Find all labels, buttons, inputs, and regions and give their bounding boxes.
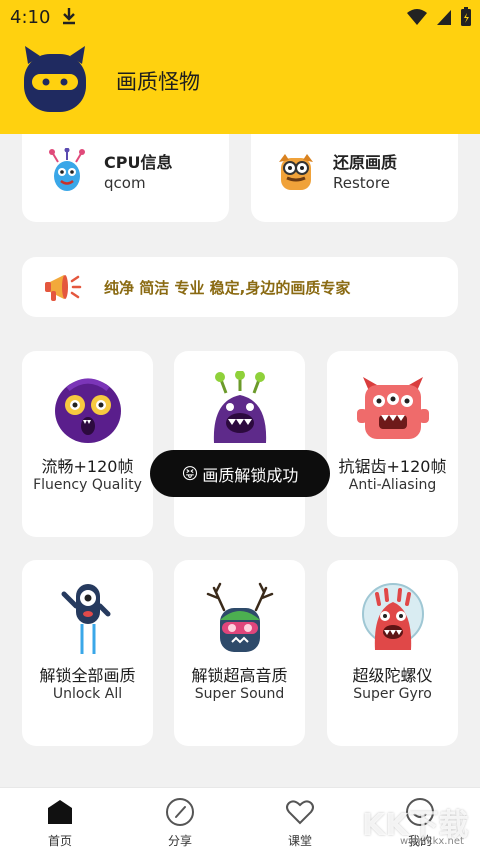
antenna-purple-monster-icon — [213, 371, 267, 443]
toast-text: 画质解锁成功 — [202, 465, 299, 485]
nav-share[interactable]: 分享 — [120, 796, 240, 854]
restore-subtitle: Restore — [333, 174, 390, 192]
super-sound-title: 解锁超高音质 — [191, 666, 288, 685]
astronaut-monster-icon — [362, 583, 424, 650]
nav-home-label: 首页 — [47, 834, 72, 848]
restore-card[interactable]: 还原画质 Restore — [251, 134, 458, 222]
super-gyro-title: 超级陀螺仪 — [352, 666, 433, 685]
signal-icon — [437, 10, 451, 25]
status-bar: 4:10 — [0, 0, 480, 34]
slogan-text: 纯净 简洁 专业 稳定,身边的画质专家 — [104, 279, 351, 297]
download-icon — [63, 8, 75, 25]
super-gyro-tile[interactable]: 超级陀螺仪 Super Gyro — [327, 560, 458, 746]
kk-watermark-url: www.kkx.net — [400, 836, 464, 847]
tongue-emoji-icon: 😝 — [181, 464, 199, 483]
compass-icon — [166, 798, 194, 826]
cpu-monster-icon — [49, 148, 85, 191]
unlock-all-subtitle: Unlock All — [52, 686, 123, 702]
purple-blob-monster-icon — [55, 378, 121, 443]
battery-icon — [461, 7, 471, 26]
wifi-icon — [407, 9, 427, 25]
anti-aliasing-tile[interactable]: 抗锯齿+120帧 Anti-Aliasing — [327, 351, 458, 537]
super-sound-subtitle: Super Sound — [194, 686, 285, 702]
restore-monster-icon — [279, 154, 313, 190]
monster-logo-icon — [24, 46, 86, 112]
cpu-info-title: CPU信息 — [104, 153, 173, 172]
megaphone-icon — [45, 275, 82, 301]
heart-icon — [286, 800, 314, 825]
hd-tile[interactable] — [174, 351, 305, 537]
anti-aliasing-subtitle: Anti-Aliasing — [348, 477, 437, 493]
nav-home[interactable]: 首页 — [0, 796, 120, 854]
status-time: 4:10 — [10, 7, 51, 28]
unlock-all-title: 解锁全部画质 — [39, 666, 136, 685]
nav-classroom[interactable]: 课堂 — [240, 796, 360, 854]
app-header: 画质怪物 — [0, 34, 480, 134]
unlock-success-toast: 😝 画质解锁成功 — [150, 450, 330, 497]
unlock-all-tile[interactable]: 解锁全部画质 Unlock All — [22, 560, 153, 746]
antler-monster-icon — [206, 582, 274, 652]
nav-share-label: 分享 — [167, 834, 192, 848]
red-three-eye-monster-icon — [357, 377, 429, 439]
fluency-title: 流畅+120帧 — [41, 457, 134, 476]
anti-aliasing-title: 抗锯齿+120帧 — [338, 457, 447, 476]
fluency-tile[interactable]: 流畅+120帧 Fluency Quality — [22, 351, 153, 537]
slogan-banner: 纯净 简洁 专业 稳定,身边的画质专家 — [22, 257, 458, 317]
super-sound-tile[interactable]: 解锁超高音质 Super Sound — [174, 560, 305, 746]
super-gyro-subtitle: Super Gyro — [353, 686, 432, 702]
app-title: 画质怪物 — [116, 70, 200, 94]
cpu-info-card[interactable]: CPU信息 qcom — [22, 134, 229, 222]
restore-title: 还原画质 — [333, 153, 398, 172]
home-icon — [48, 800, 72, 824]
cpu-info-subtitle: qcom — [104, 174, 146, 192]
fluency-subtitle: Fluency Quality — [33, 477, 142, 493]
nav-classroom-label: 课堂 — [287, 834, 312, 848]
cyclops-monster-icon — [61, 584, 111, 654]
